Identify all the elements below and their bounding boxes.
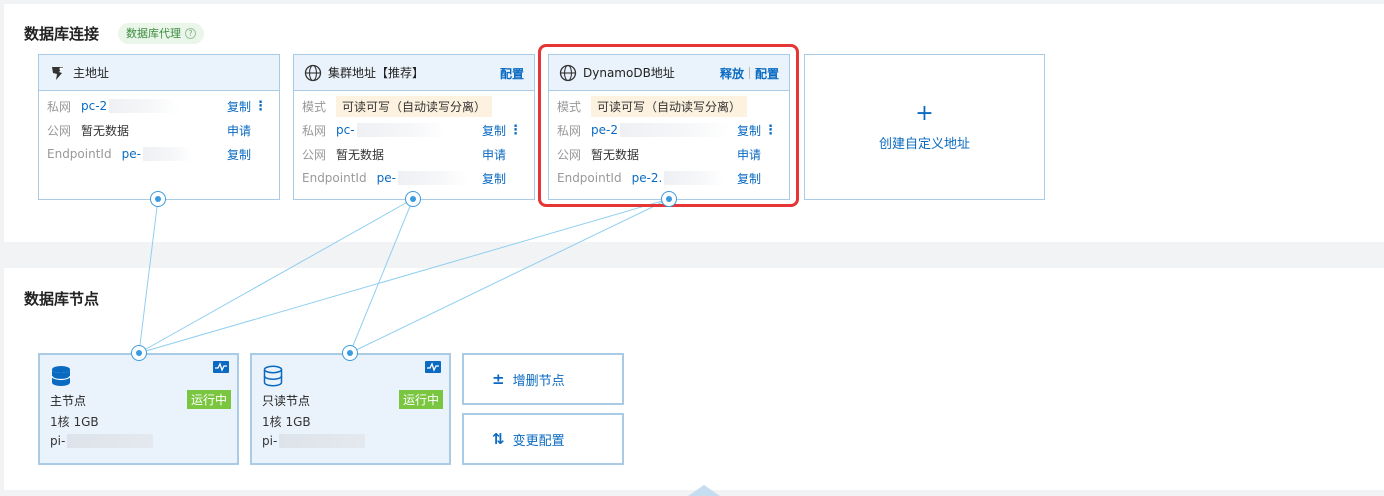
cluster-address-card: 集群地址【推荐】 配置 模式 可读可写（自动读写分离） 私网 pc- 复制 ⋮ … [293, 54, 535, 200]
redacted-mask [356, 123, 447, 137]
row-label: 私网 [47, 99, 72, 114]
node-id: pi- [50, 434, 154, 448]
database-outline-icon [263, 365, 283, 387]
endpoint-id-value[interactable]: pe- [122, 147, 141, 161]
add-remove-nodes-label: 增删节点 [512, 373, 565, 389]
redacted-mask [279, 434, 366, 448]
primary-node-card[interactable]: 运行中 主节点 1核 1GB pi- [38, 353, 239, 465]
node-id-value: pi- [50, 434, 66, 448]
monitor-icon[interactable] [213, 361, 229, 373]
row-label: 私网 [302, 123, 327, 138]
scroll-indicator-arrow[interactable] [688, 485, 720, 496]
apply-button[interactable]: 申请 [482, 146, 506, 163]
copy-button[interactable]: 复制 [482, 122, 506, 139]
node-id: pi- [262, 434, 366, 448]
row-label: 公网 [302, 147, 327, 162]
nodes-title: 数据库节点 [24, 290, 100, 308]
change-config-label: 变更配置 [512, 433, 565, 449]
node-spec: 1核 1GB [50, 415, 99, 429]
connector-dot [150, 191, 166, 207]
cluster-address-title: 集群地址【推荐】 [328, 66, 425, 80]
globe-icon [304, 64, 322, 81]
mode-chip: 可读可写（自动读写分离） [336, 95, 493, 117]
apply-button[interactable]: 申请 [227, 122, 251, 139]
connections-title: 数据库连接 [24, 25, 100, 43]
database-icon [51, 366, 71, 386]
add-remove-nodes-button[interactable]: ± 增删节点 [462, 353, 624, 405]
endpoint-id-value[interactable]: pe- [377, 171, 396, 185]
connector-dot [131, 345, 147, 361]
highlight-box [538, 44, 799, 207]
public-address-value: 暂无数据 [336, 147, 385, 162]
primary-address-header: 主地址 [39, 55, 279, 91]
redacted-mask [397, 171, 468, 185]
row-label: EndpointId [302, 171, 367, 185]
row-label: 公网 [47, 123, 72, 138]
cluster-endpoint-row: EndpointId pe- 复制 [302, 167, 526, 189]
monitor-icon[interactable] [425, 361, 441, 373]
cluster-address-header: 集群地址【推荐】 配置 [294, 55, 534, 91]
status-badge: 运行中 [398, 390, 443, 409]
node-name: 只读节点 [262, 394, 311, 408]
create-custom-address-label: 创建自定义地址 [878, 136, 970, 152]
primary-address-card: 主地址 私网 pc-2 复制 ⋮ 公网 暂无数据 申请 EndpointId p… [38, 54, 280, 200]
primary-address-icon [52, 66, 63, 80]
node-name: 主节点 [50, 394, 87, 408]
redacted-mask [142, 147, 193, 161]
primary-endpoint-row: EndpointId pe- 复制 [47, 143, 271, 165]
primary-address-title: 主地址 [73, 66, 110, 80]
plus-icon: + [915, 100, 934, 126]
private-address-value[interactable]: pc-2 [81, 99, 107, 113]
connector-dot [661, 191, 677, 207]
primary-public-row: 公网 暂无数据 申请 [47, 119, 271, 141]
redacted-mask [67, 434, 154, 448]
create-custom-address-button[interactable]: + 创建自定义地址 [804, 54, 1045, 200]
plus-minus-icon: ± [492, 370, 505, 388]
row-label: EndpointId [47, 147, 112, 161]
proxy-badge-label: 数据库代理 [126, 27, 181, 40]
connector-dot [342, 345, 358, 361]
connector-dot [405, 191, 421, 207]
proxy-badge[interactable]: 数据库代理 ? [118, 23, 204, 44]
node-id-value: pi- [262, 434, 278, 448]
copy-button[interactable]: 复制 [227, 98, 251, 115]
readonly-node-card[interactable]: 运行中 只读节点 1核 1GB pi- [250, 353, 451, 465]
more-vertical-icon[interactable]: ⋮ [509, 123, 522, 138]
more-vertical-icon[interactable]: ⋮ [254, 99, 267, 114]
config-button[interactable]: 配置 [500, 65, 524, 82]
redacted-mask [109, 99, 180, 113]
change-config-button[interactable]: ⇅ 变更配置 [462, 413, 624, 465]
help-icon[interactable]: ? [185, 28, 196, 39]
cluster-mode-row: 模式 可读可写（自动读写分离） [302, 95, 526, 117]
status-badge: 运行中 [186, 390, 231, 409]
public-address-value: 暂无数据 [81, 123, 130, 138]
node-spec: 1核 1GB [262, 415, 311, 429]
row-label: 模式 [302, 99, 327, 114]
primary-private-row: 私网 pc-2 复制 ⋮ [47, 95, 271, 117]
cluster-public-row: 公网 暂无数据 申请 [302, 143, 526, 165]
private-address-value[interactable]: pc- [336, 123, 355, 137]
copy-button[interactable]: 复制 [227, 146, 251, 163]
copy-button[interactable]: 复制 [482, 170, 506, 187]
swap-vertical-icon: ⇅ [492, 430, 505, 448]
cluster-private-row: 私网 pc- 复制 ⋮ [302, 119, 526, 141]
